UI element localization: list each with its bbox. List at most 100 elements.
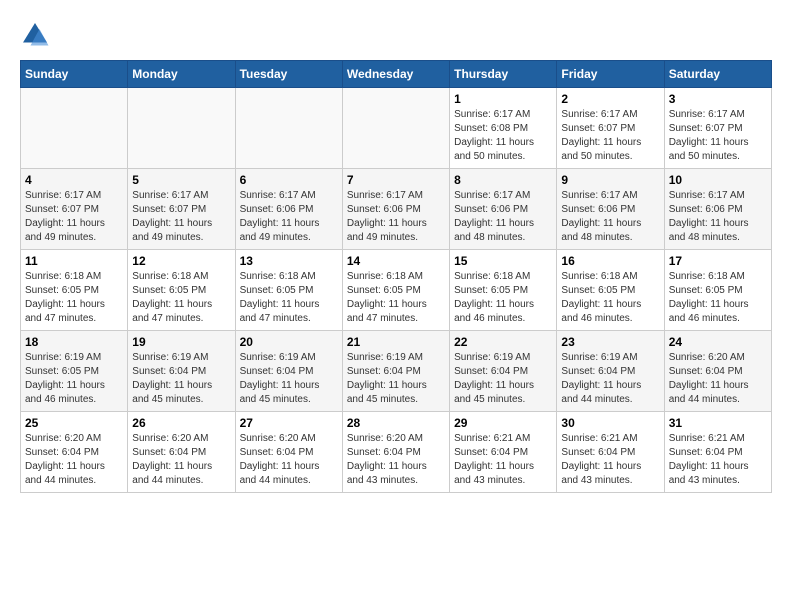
day-number: 30 [561, 416, 659, 430]
week-row-1: 1 Sunrise: 6:17 AM Sunset: 6:08 PM Daylig… [21, 88, 772, 169]
day-info: Sunrise: 6:18 AM Sunset: 6:05 PM Dayligh… [454, 270, 552, 326]
day-number: 8 [454, 173, 552, 187]
day-info: Sunrise: 6:21 AM Sunset: 6:04 PM Dayligh… [669, 432, 767, 488]
header-cell-wednesday: Wednesday [342, 61, 449, 88]
day-number: 17 [669, 254, 767, 268]
day-number: 31 [669, 416, 767, 430]
day-info: Sunrise: 6:18 AM Sunset: 6:05 PM Dayligh… [561, 270, 659, 326]
day-info: Sunrise: 6:20 AM Sunset: 6:04 PM Dayligh… [132, 432, 230, 488]
logo [20, 20, 56, 50]
day-number: 4 [25, 173, 123, 187]
header-cell-saturday: Saturday [664, 61, 771, 88]
day-info: Sunrise: 6:19 AM Sunset: 6:04 PM Dayligh… [132, 351, 230, 407]
day-number: 29 [454, 416, 552, 430]
day-cell: 29 Sunrise: 6:21 AM Sunset: 6:04 PM Dayli… [450, 412, 557, 493]
day-cell: 26 Sunrise: 6:20 AM Sunset: 6:04 PM Dayli… [128, 412, 235, 493]
day-cell [235, 88, 342, 169]
day-number: 5 [132, 173, 230, 187]
day-cell: 8Sunrise: 6:17 AM Sunset: 6:06 PM Daylig… [450, 169, 557, 250]
day-number: 1 [454, 92, 552, 106]
day-number: 16 [561, 254, 659, 268]
day-cell: 20 Sunrise: 6:19 AM Sunset: 6:04 PM Dayli… [235, 331, 342, 412]
day-number: 25 [25, 416, 123, 430]
day-number: 6 [240, 173, 338, 187]
week-row-5: 25 Sunrise: 6:20 AM Sunset: 6:04 PM Dayli… [21, 412, 772, 493]
week-row-2: 4 Sunrise: 6:17 AM Sunset: 6:07 PM Daylig… [21, 169, 772, 250]
day-number: 26 [132, 416, 230, 430]
day-number: 24 [669, 335, 767, 349]
day-info: Sunrise: 6:20 AM Sunset: 6:04 PM Dayligh… [25, 432, 123, 488]
day-info: Sunrise: 6:17 AM Sunset: 6:07 PM Dayligh… [132, 189, 230, 245]
calendar-header: SundayMondayTuesdayWednesdayThursdayFrid… [21, 61, 772, 88]
day-info: Sunrise: 6:21 AM Sunset: 6:04 PM Dayligh… [561, 432, 659, 488]
day-cell: 6 Sunrise: 6:17 AM Sunset: 6:06 PM Daylig… [235, 169, 342, 250]
day-cell: 12Sunrise: 6:18 AM Sunset: 6:05 PM Dayli… [128, 250, 235, 331]
day-info: Sunrise: 6:18 AM Sunset: 6:05 PM Dayligh… [132, 270, 230, 326]
day-info: Sunrise: 6:19 AM Sunset: 6:04 PM Dayligh… [240, 351, 338, 407]
day-cell: 2 Sunrise: 6:17 AM Sunset: 6:07 PM Daylig… [557, 88, 664, 169]
day-info: Sunrise: 6:18 AM Sunset: 6:05 PM Dayligh… [669, 270, 767, 326]
day-info: Sunrise: 6:18 AM Sunset: 6:05 PM Dayligh… [347, 270, 445, 326]
day-cell: 31 Sunrise: 6:21 AM Sunset: 6:04 PM Dayli… [664, 412, 771, 493]
day-number: 2 [561, 92, 659, 106]
day-info: Sunrise: 6:20 AM Sunset: 6:04 PM Dayligh… [347, 432, 445, 488]
day-cell: 28 Sunrise: 6:20 AM Sunset: 6:04 PM Dayli… [342, 412, 449, 493]
day-number: 11 [25, 254, 123, 268]
day-cell: 23Sunrise: 6:19 AM Sunset: 6:04 PM Dayli… [557, 331, 664, 412]
header-cell-friday: Friday [557, 61, 664, 88]
day-cell: 5 Sunrise: 6:17 AM Sunset: 6:07 PM Daylig… [128, 169, 235, 250]
day-info: Sunrise: 6:17 AM Sunset: 6:06 PM Dayligh… [561, 189, 659, 245]
week-row-3: 11 Sunrise: 6:18 AM Sunset: 6:05 PM Dayli… [21, 250, 772, 331]
day-number: 22 [454, 335, 552, 349]
day-info: Sunrise: 6:17 AM Sunset: 6:08 PM Dayligh… [454, 108, 552, 164]
day-number: 20 [240, 335, 338, 349]
day-number: 23 [561, 335, 659, 349]
calendar-table: SundayMondayTuesdayWednesdayThursdayFrid… [20, 60, 772, 493]
day-info: Sunrise: 6:17 AM Sunset: 6:06 PM Dayligh… [669, 189, 767, 245]
day-info: Sunrise: 6:21 AM Sunset: 6:04 PM Dayligh… [454, 432, 552, 488]
day-info: Sunrise: 6:17 AM Sunset: 6:06 PM Dayligh… [240, 189, 338, 245]
day-cell [342, 88, 449, 169]
day-cell: 11 Sunrise: 6:18 AM Sunset: 6:05 PM Dayli… [21, 250, 128, 331]
day-cell: 18 Sunrise: 6:19 AM Sunset: 6:05 PM Dayli… [21, 331, 128, 412]
header-cell-thursday: Thursday [450, 61, 557, 88]
day-number: 9 [561, 173, 659, 187]
header-cell-sunday: Sunday [21, 61, 128, 88]
day-number: 27 [240, 416, 338, 430]
day-info: Sunrise: 6:20 AM Sunset: 6:04 PM Dayligh… [240, 432, 338, 488]
day-cell: 21 Sunrise: 6:19 AM Sunset: 6:04 PM Dayli… [342, 331, 449, 412]
day-number: 19 [132, 335, 230, 349]
day-info: Sunrise: 6:19 AM Sunset: 6:04 PM Dayligh… [454, 351, 552, 407]
day-cell: 3Sunrise: 6:17 AM Sunset: 6:07 PM Daylig… [664, 88, 771, 169]
week-row-4: 18 Sunrise: 6:19 AM Sunset: 6:05 PM Dayli… [21, 331, 772, 412]
day-cell: 16 Sunrise: 6:18 AM Sunset: 6:05 PM Dayli… [557, 250, 664, 331]
day-info: Sunrise: 6:18 AM Sunset: 6:05 PM Dayligh… [240, 270, 338, 326]
day-cell: 14 Sunrise: 6:18 AM Sunset: 6:05 PM Dayli… [342, 250, 449, 331]
day-cell: 9 Sunrise: 6:17 AM Sunset: 6:06 PM Daylig… [557, 169, 664, 250]
day-info: Sunrise: 6:17 AM Sunset: 6:07 PM Dayligh… [669, 108, 767, 164]
day-number: 14 [347, 254, 445, 268]
calendar-body: 1 Sunrise: 6:17 AM Sunset: 6:08 PM Daylig… [21, 88, 772, 493]
day-info: Sunrise: 6:17 AM Sunset: 6:07 PM Dayligh… [561, 108, 659, 164]
day-cell: 25 Sunrise: 6:20 AM Sunset: 6:04 PM Dayli… [21, 412, 128, 493]
day-cell: 19 Sunrise: 6:19 AM Sunset: 6:04 PM Dayli… [128, 331, 235, 412]
day-number: 28 [347, 416, 445, 430]
day-info: Sunrise: 6:19 AM Sunset: 6:05 PM Dayligh… [25, 351, 123, 407]
day-cell: 7Sunrise: 6:17 AM Sunset: 6:06 PM Daylig… [342, 169, 449, 250]
page-header [20, 20, 772, 50]
day-cell [128, 88, 235, 169]
day-cell: 27 Sunrise: 6:20 AM Sunset: 6:04 PM Dayli… [235, 412, 342, 493]
day-number: 10 [669, 173, 767, 187]
day-number: 18 [25, 335, 123, 349]
day-cell: 13 Sunrise: 6:18 AM Sunset: 6:05 PM Dayli… [235, 250, 342, 331]
day-info: Sunrise: 6:18 AM Sunset: 6:05 PM Dayligh… [25, 270, 123, 326]
day-info: Sunrise: 6:19 AM Sunset: 6:04 PM Dayligh… [347, 351, 445, 407]
logo-icon [20, 20, 50, 50]
day-number: 21 [347, 335, 445, 349]
day-number: 13 [240, 254, 338, 268]
day-info: Sunrise: 6:17 AM Sunset: 6:07 PM Dayligh… [25, 189, 123, 245]
day-cell: 15Sunrise: 6:18 AM Sunset: 6:05 PM Dayli… [450, 250, 557, 331]
day-info: Sunrise: 6:17 AM Sunset: 6:06 PM Dayligh… [347, 189, 445, 245]
day-cell [21, 88, 128, 169]
header-cell-tuesday: Tuesday [235, 61, 342, 88]
